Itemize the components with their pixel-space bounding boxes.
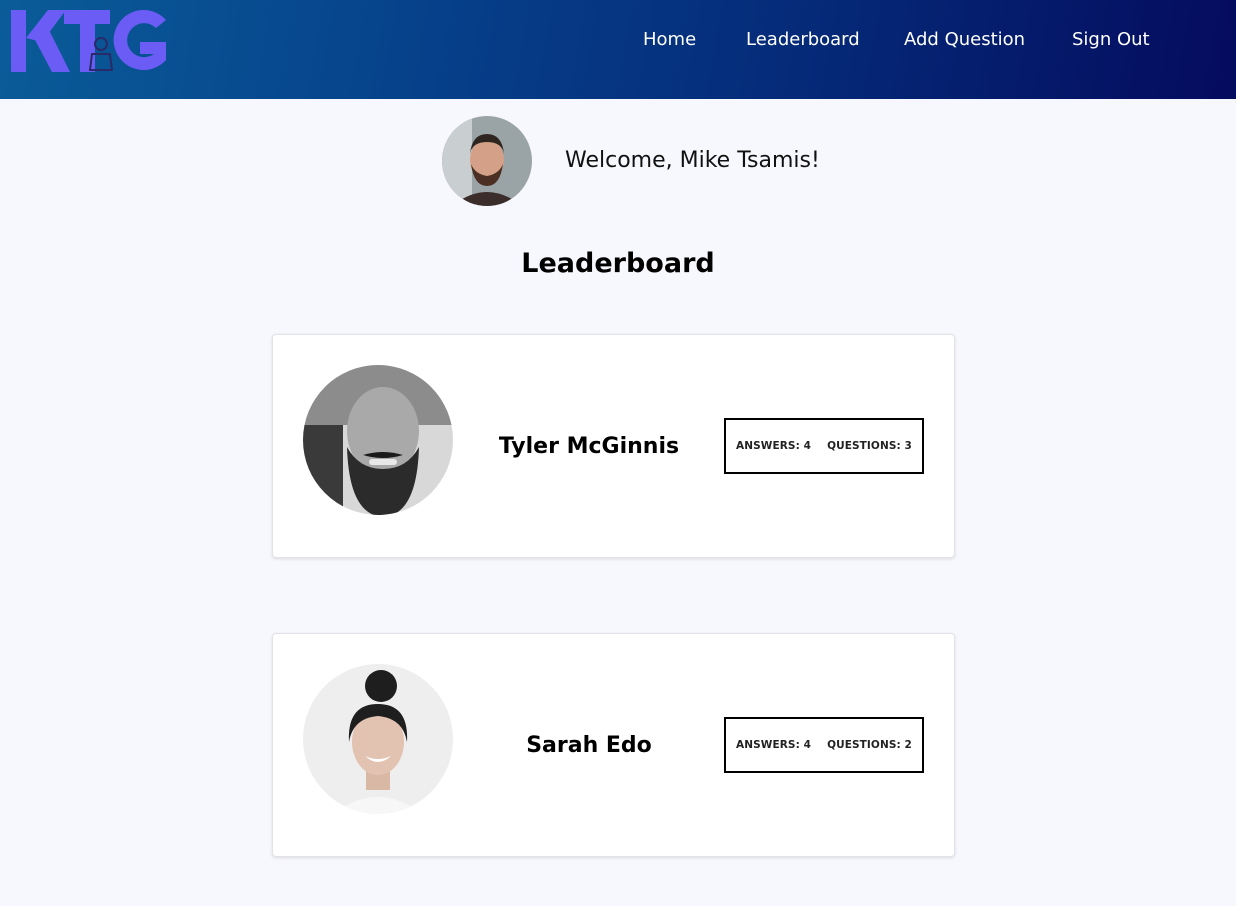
page-title: Leaderboard [521,248,715,279]
answers-count: ANSWERS: 4 [736,739,812,751]
questions-count: QUESTIONS: 2 [827,739,912,751]
nav-home[interactable]: Home [643,26,696,54]
ktg-logo[interactable] [8,4,172,76]
leader-name: Sarah Edo [526,733,652,758]
answers-count: ANSWERS: 4 [736,440,812,452]
score-box: ANSWERS: 4 QUESTIONS: 2 [724,717,924,773]
nav-sign-out[interactable]: Sign Out [1072,26,1150,54]
welcome-message: Welcome, Mike Tsamis! [565,148,820,173]
leaderboard-card: Sarah Edo ANSWERS: 4 QUESTIONS: 2 [272,633,955,857]
top-navbar: Home Leaderboard Add Question Sign Out [0,0,1236,99]
score-box: ANSWERS: 4 QUESTIONS: 3 [724,418,924,474]
leader-name: Tyler McGinnis [498,434,680,459]
nav-add-question[interactable]: Add Question [904,26,1025,54]
questions-count: QUESTIONS: 3 [827,440,912,452]
nav-leaderboard[interactable]: Leaderboard [746,26,860,54]
leaderboard-card: Tyler McGinnis ANSWERS: 4 QUESTIONS: 3 [272,334,955,558]
user-avatar [303,365,453,515]
current-user-avatar [442,116,532,206]
user-avatar [303,664,453,814]
